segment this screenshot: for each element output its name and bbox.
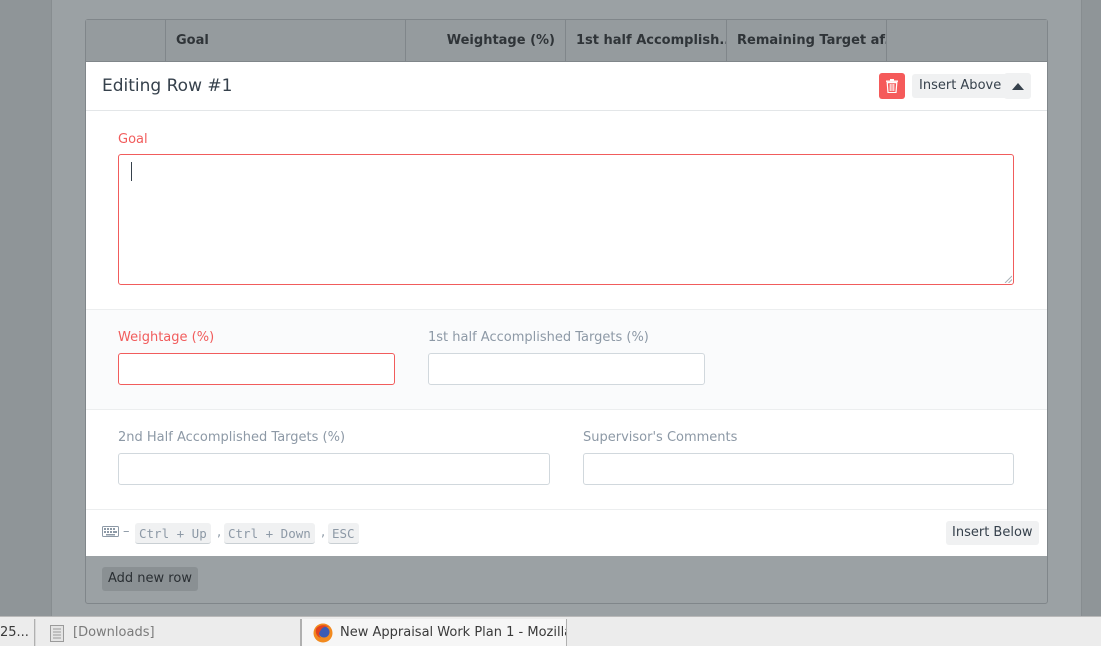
grid-header: Goal Weightage (%) 1st half Accomplish..… — [86, 20, 1047, 62]
first-half-input[interactable] — [428, 353, 705, 385]
weightage-input[interactable] — [118, 353, 395, 385]
supervisor-comments-input[interactable] — [583, 453, 1014, 485]
delete-row-button[interactable] — [879, 73, 905, 99]
shortcut-dash: – — [123, 524, 130, 539]
firefox-icon — [313, 623, 333, 643]
caret-up-icon — [1011, 82, 1024, 90]
row-editor-footer: – Ctrl + Up , Ctrl + Down , ESC Insert B… — [86, 510, 1047, 556]
second-half-input[interactable] — [118, 453, 550, 485]
taskbar-item-label: [Downloads] — [73, 625, 155, 640]
goal-section: Goal — [86, 111, 1047, 310]
grid-col-index — [86, 20, 166, 62]
insert-above-button[interactable]: Insert Above — [912, 74, 1009, 98]
second-half-section: 2nd Half Accomplished Targets (%) Superv… — [86, 410, 1047, 510]
weightage-label: Weightage (%) — [118, 330, 215, 345]
taskbar-item-firefox[interactable]: New Appraisal Work Plan 1 - Mozilla... — [301, 619, 567, 646]
taskbar-item-label: 25... — [0, 625, 29, 640]
shortcut-esc: ESC — [328, 523, 359, 544]
grid-col-first-half: 1st half Accomplish... — [566, 20, 727, 62]
goal-textarea[interactable] — [118, 154, 1014, 285]
supervisor-comments-label: Supervisor's Comments — [583, 430, 738, 445]
goal-label: Goal — [118, 132, 148, 147]
resize-grip-icon[interactable] — [1004, 275, 1012, 283]
text-cursor — [131, 162, 132, 181]
grid-col-remaining-target: Remaining Target af... — [727, 20, 887, 62]
keyboard-icon — [102, 526, 119, 537]
collapse-row-button[interactable] — [1004, 73, 1031, 99]
grid-col-weightage: Weightage (%) — [406, 20, 566, 62]
shortcut-ctrl-up: Ctrl + Up — [135, 523, 211, 544]
second-half-label: 2nd Half Accomplished Targets (%) — [118, 430, 346, 445]
row-editor-panel: Editing Row #1 Insert Above Goal Weighta… — [86, 62, 1047, 556]
grid-col-actions — [887, 20, 1047, 62]
first-half-label: 1st half Accomplished Targets (%) — [428, 330, 649, 345]
taskbar-item-downloads[interactable]: [Downloads] — [35, 619, 301, 646]
trash-icon — [886, 79, 898, 93]
insert-below-button[interactable]: Insert Below — [946, 521, 1039, 545]
row-editor-title: Editing Row #1 — [102, 76, 233, 96]
shortcut-ctrl-down: Ctrl + Down — [224, 523, 315, 544]
file-manager-icon — [50, 625, 64, 642]
add-new-row-button[interactable]: Add new row — [102, 567, 198, 591]
shortcut-separator: , — [321, 525, 326, 540]
grid-col-goal: Goal — [166, 20, 406, 62]
taskbar-item-label: New Appraisal Work Plan 1 - Mozilla... — [340, 625, 567, 640]
taskbar-item[interactable]: 25... — [0, 619, 35, 646]
os-taskbar: 25... [Downloads] New Appraisal Work Pla… — [0, 616, 1101, 646]
weightage-section: Weightage (%) 1st half Accomplished Targ… — [86, 310, 1047, 410]
shortcut-separator: , — [217, 525, 222, 540]
row-editor-header: Editing Row #1 Insert Above — [86, 62, 1047, 111]
